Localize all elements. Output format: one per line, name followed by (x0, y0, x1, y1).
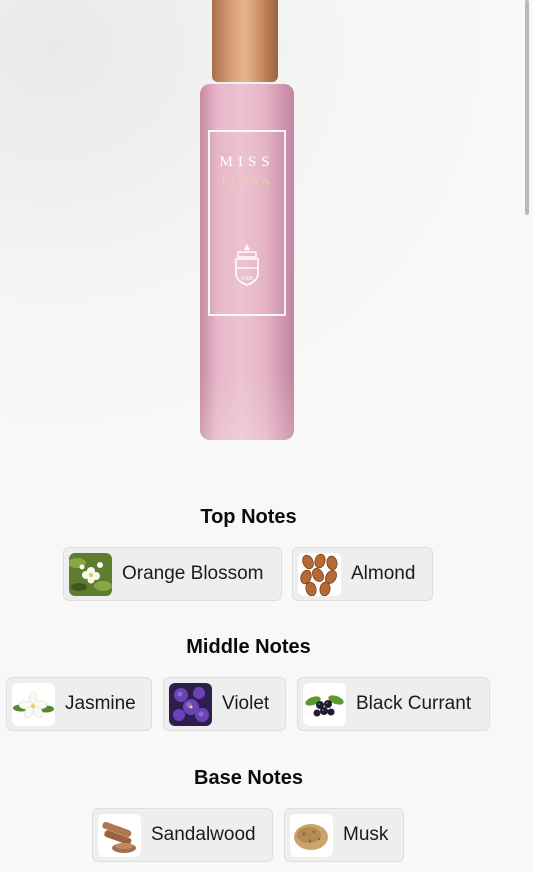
note-label: Musk (343, 824, 389, 845)
middle-notes-title: Middle Notes (186, 636, 311, 658)
orange-blossom-icon (69, 552, 112, 596)
violet-icon (169, 682, 212, 726)
note-label: Orange Blossom (122, 563, 264, 584)
note-label: Sandalwood (151, 824, 256, 845)
note-chip-orange-blossom[interactable]: Orange Blossom (63, 547, 282, 601)
brand-subname: FLORA (221, 176, 273, 188)
black-currant-icon (303, 682, 346, 726)
brand-name: MISS (219, 154, 275, 170)
note-chip-violet[interactable]: Violet (163, 677, 286, 731)
product-image: ASSAF MISS FLORA 1988 (196, 0, 300, 491)
base-notes-title: Base Notes (194, 767, 303, 789)
note-label: Violet (222, 693, 270, 714)
note-chip-musk[interactable]: Musk (284, 808, 404, 862)
scrollbar[interactable] (525, 0, 529, 215)
jasmine-icon (12, 682, 55, 726)
bottle-label: MISS FLORA 1988 (208, 130, 286, 316)
top-notes-title: Top Notes (200, 506, 297, 528)
embossed-text: ASSAF (223, 476, 275, 491)
note-label: Black Currant (356, 693, 472, 714)
crest-year: 1988 (241, 276, 253, 282)
note-label: Almond (351, 563, 416, 584)
note-chip-black-currant[interactable]: Black Currant (297, 677, 490, 731)
sandalwood-icon (98, 813, 141, 857)
note-chip-sandalwood[interactable]: Sandalwood (92, 808, 273, 862)
note-label: Jasmine (65, 693, 136, 714)
almond-icon (298, 552, 341, 596)
bottle-cap (212, 0, 278, 82)
crest-icon: 1988 (232, 242, 262, 290)
note-chip-almond[interactable]: Almond (292, 547, 433, 601)
note-chip-jasmine[interactable]: Jasmine (6, 677, 152, 731)
musk-icon (290, 813, 333, 857)
